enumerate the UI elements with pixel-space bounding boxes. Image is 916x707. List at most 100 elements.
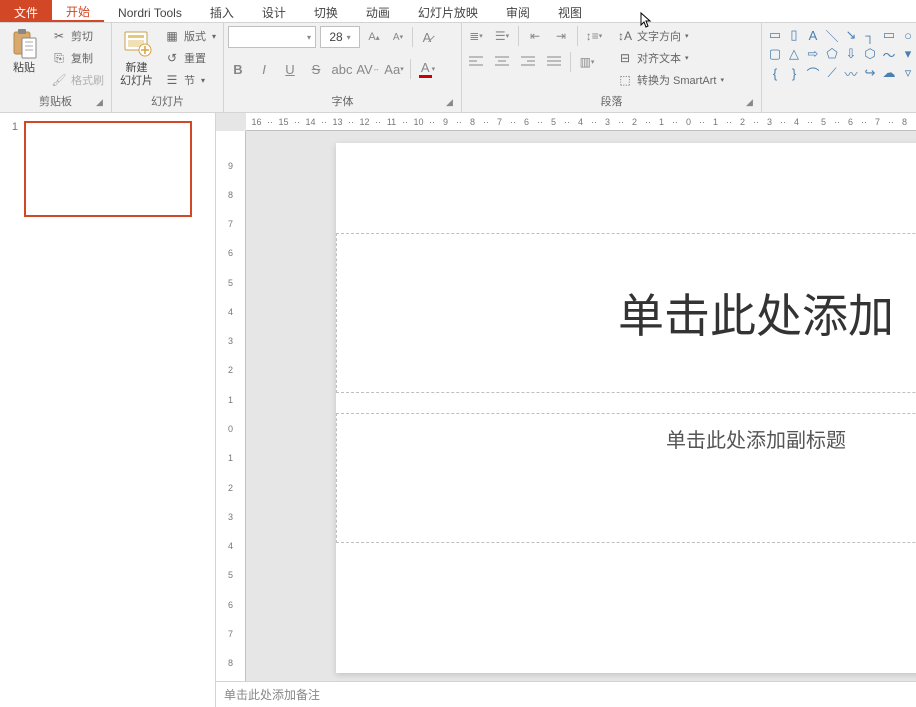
line-spacing-button[interactable]: ↕≡▾ xyxy=(584,26,604,46)
shape-textbox-icon[interactable]: ▭ xyxy=(766,26,784,44)
vertical-ruler[interactable]: 9876543210123456789 xyxy=(216,131,246,707)
justify-button[interactable] xyxy=(544,52,564,72)
copy-button[interactable]: ⎘复制 xyxy=(48,48,107,68)
shape-arc-icon[interactable]: ⌒ xyxy=(804,64,822,82)
paste-label: 粘贴 xyxy=(13,62,35,75)
section-icon: ☰ xyxy=(164,72,180,88)
group-font: ▾ 28▾ A▴ A▾ A̷ B I U S abc AV↔ Aa▾ A▾ 字体… xyxy=(224,23,462,112)
shape-rarrow-icon[interactable]: ⇨ xyxy=(804,45,822,63)
scissors-icon: ✂ xyxy=(51,28,67,44)
reset-button[interactable]: ↺重置 xyxy=(161,48,219,68)
text-direction-button[interactable]: ↕A文字方向▾ xyxy=(614,26,727,46)
group-label-drawing xyxy=(766,95,910,112)
shape-connector-icon[interactable]: ┐ xyxy=(861,26,879,44)
shape-line-icon[interactable]: ＼ xyxy=(823,26,841,44)
shape-scroll-icon[interactable]: ▿ xyxy=(899,64,916,82)
bold-button[interactable]: B xyxy=(228,58,248,80)
paragraph-dialog-launcher[interactable]: ◢ xyxy=(746,97,758,109)
group-label-clipboard: 剪贴板 xyxy=(4,91,107,112)
subtitle-text: 单击此处添加副标题 xyxy=(666,424,846,453)
font-color-button[interactable]: A▾ xyxy=(417,58,437,80)
paste-icon xyxy=(8,28,40,60)
notes-bar[interactable]: 单击此处添加备注 xyxy=(216,681,916,707)
inc-indent-button[interactable]: ⇥ xyxy=(551,26,571,46)
format-painter-button[interactable]: 🖌格式刷 xyxy=(48,70,107,90)
align-left-button[interactable] xyxy=(466,52,486,72)
title-placeholder[interactable]: 单击此处添加 xyxy=(336,233,916,393)
cut-button[interactable]: ✂剪切 xyxy=(48,26,107,46)
clear-format-button[interactable]: A̷ xyxy=(417,26,437,48)
tab-file[interactable]: 文件 xyxy=(0,0,52,22)
group-slides: 新建 幻灯片 ▦版式▾ ↺重置 ☰节▾ 幻灯片 xyxy=(112,23,224,112)
underline-button[interactable]: U xyxy=(280,58,300,80)
shape-rbrace-icon[interactable]: } xyxy=(785,64,803,82)
section-button[interactable]: ☰节▾ xyxy=(161,70,219,90)
paste-button[interactable]: 粘贴 xyxy=(4,26,44,77)
group-drawing: ▭ ▯ A ＼ ↘ ┐ ▭ ○ ▢ △ ⇨ ⬠ ⇩ ⬡ 〜 ▾ { } ⌒ ⟋ xyxy=(762,23,914,112)
shape-lbrace-icon[interactable]: { xyxy=(766,64,784,82)
tab-design[interactable]: 设计 xyxy=(248,0,300,22)
new-slide-icon xyxy=(121,28,153,60)
shape-rect-icon[interactable]: ▭ xyxy=(880,26,898,44)
tab-insert[interactable]: 插入 xyxy=(196,0,248,22)
shape-cloud-icon[interactable]: ☁ xyxy=(880,64,898,82)
shapes-gallery[interactable]: ▭ ▯ A ＼ ↘ ┐ ▭ ○ ▢ △ ⇨ ⬠ ⇩ ⬡ 〜 ▾ { } ⌒ ⟋ xyxy=(766,26,916,82)
smartart-button[interactable]: ⬚转换为 SmartArt▾ xyxy=(614,70,727,90)
align-text-button[interactable]: ⊟对齐文本▾ xyxy=(614,48,727,68)
notes-placeholder-text: 单击此处添加备注 xyxy=(224,686,320,703)
shape-wave-icon[interactable]: 〰 xyxy=(842,64,860,82)
tab-home[interactable]: 开始 xyxy=(52,0,104,22)
ribbon: 粘贴 ✂剪切 ⎘复制 🖌格式刷 剪贴板 ◢ 新建 幻灯片 ▦版式▾ ↺重置 ☰节… xyxy=(0,23,916,113)
font-dialog-launcher[interactable]: ◢ xyxy=(446,97,458,109)
slide-thumbnails-panel[interactable]: 1 xyxy=(0,113,216,707)
subtitle-placeholder[interactable]: 单击此处添加副标题 xyxy=(336,413,916,543)
change-case-button[interactable]: Aa▾ xyxy=(384,58,404,80)
new-slide-button[interactable]: 新建 幻灯片 xyxy=(116,26,157,90)
tab-review[interactable]: 审阅 xyxy=(492,0,544,22)
font-size-select[interactable]: 28▾ xyxy=(320,26,360,48)
align-right-button[interactable] xyxy=(518,52,538,72)
grow-font-button[interactable]: A▴ xyxy=(364,26,384,48)
divider xyxy=(577,26,578,46)
clipboard-dialog-launcher[interactable]: ◢ xyxy=(96,97,108,109)
group-label-font: 字体 xyxy=(228,91,457,112)
slide-thumbnail[interactable] xyxy=(24,121,192,217)
char-spacing-button[interactable]: AV↔ xyxy=(358,58,378,80)
ribbon-tabs: 文件 开始 Nordri Tools 插入 设计 切换 动画 幻灯片放映 审阅 … xyxy=(0,0,916,23)
divider xyxy=(412,27,413,47)
layout-button[interactable]: ▦版式▾ xyxy=(161,26,219,46)
dec-indent-button[interactable]: ⇤ xyxy=(525,26,545,46)
shape-triangle-icon[interactable]: △ xyxy=(785,45,803,63)
tab-slideshow[interactable]: 幻灯片放映 xyxy=(404,0,492,22)
shape-more-icon[interactable]: ▾ xyxy=(899,45,916,63)
shape-arrow-icon[interactable]: ↘ xyxy=(842,26,860,44)
shape-oval-icon[interactable]: ○ xyxy=(899,26,916,44)
shrink-font-button[interactable]: A▾ xyxy=(388,26,408,48)
tab-nordri[interactable]: Nordri Tools xyxy=(104,0,196,22)
strike-button[interactable]: S xyxy=(306,58,326,80)
shape-vtext-icon[interactable]: ▯ xyxy=(785,26,803,44)
shape-text-icon[interactable]: A xyxy=(804,26,822,44)
shape-curve-icon[interactable]: 〜 xyxy=(880,45,898,63)
font-name-select[interactable]: ▾ xyxy=(228,26,316,48)
columns-button[interactable]: ▥▾ xyxy=(577,52,597,72)
shape-free-icon[interactable]: ⟋ xyxy=(823,64,841,82)
shape-roundrect-icon[interactable]: ▢ xyxy=(766,45,784,63)
numbering-button[interactable]: ☰▾ xyxy=(492,26,512,46)
italic-button[interactable]: I xyxy=(254,58,274,80)
copy-icon: ⎘ xyxy=(51,50,67,66)
tab-transition[interactable]: 切换 xyxy=(300,0,352,22)
thumbnail-item[interactable]: 1 xyxy=(6,121,209,217)
shape-darrow-icon[interactable]: ⇩ xyxy=(842,45,860,63)
slide-canvas[interactable]: 单击此处添加 单击此处添加副标题 xyxy=(336,143,916,673)
tab-view[interactable]: 视图 xyxy=(544,0,596,22)
slide-number: 1 xyxy=(6,121,18,217)
horizontal-ruler[interactable]: 16·15·14·13·12·11·10·9·8·7·6·5·4·3·2·1·0… xyxy=(246,113,916,131)
bullets-button[interactable]: ≣▾ xyxy=(466,26,486,46)
align-center-button[interactable] xyxy=(492,52,512,72)
shape-hex-icon[interactable]: ⬡ xyxy=(861,45,879,63)
shape-turn-icon[interactable]: ↪ xyxy=(861,64,879,82)
shadow-button[interactable]: abc xyxy=(332,58,352,80)
tab-animation[interactable]: 动画 xyxy=(352,0,404,22)
shape-star-icon[interactable]: ⬠ xyxy=(823,45,841,63)
